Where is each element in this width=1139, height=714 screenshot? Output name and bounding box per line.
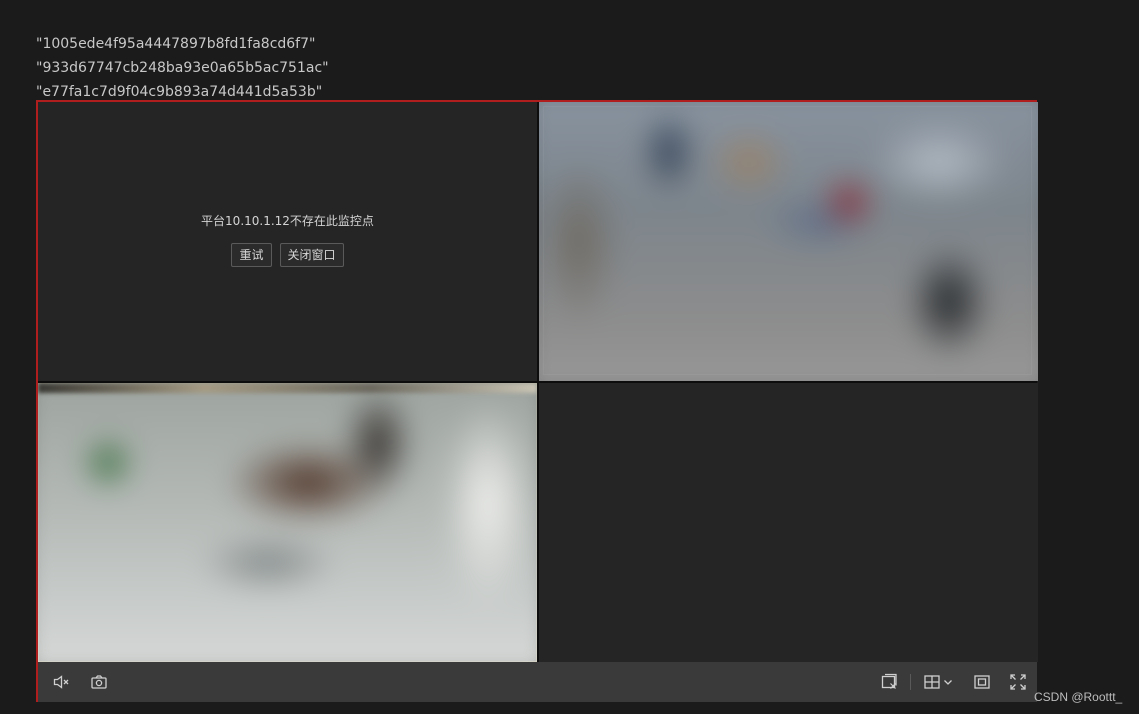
snapshot-icon[interactable] xyxy=(90,673,108,691)
close-window-button[interactable]: 关闭窗口 xyxy=(279,243,344,267)
video-window-4[interactable] xyxy=(539,383,1038,662)
chevron-down-icon xyxy=(943,673,953,691)
retry-button[interactable]: 重试 xyxy=(231,243,272,267)
toolbar-divider xyxy=(910,674,911,690)
layout-grid-icon xyxy=(923,673,941,691)
video-window-3[interactable] xyxy=(38,383,537,662)
id-line: "933d67747cb248ba93e0a65b5ac751ac" xyxy=(36,60,329,76)
video-grid: 平台10.10.1.12不存在此监控点 重试 关闭窗口 xyxy=(38,102,1038,662)
id-line: "1005ede4f95a4447897b8fd1fa8cd6f7" xyxy=(36,36,316,52)
mute-icon[interactable] xyxy=(52,673,70,691)
video-window-1[interactable]: 平台10.10.1.12不存在此监控点 重试 关闭窗口 xyxy=(38,102,537,381)
video-stream xyxy=(38,383,537,662)
id-list: "1005ede4f95a4447897b8fd1fa8cd6f7" "933d… xyxy=(36,32,329,104)
layout-select[interactable] xyxy=(923,673,953,691)
close-all-windows-icon[interactable] xyxy=(880,673,898,691)
fit-screen-icon[interactable] xyxy=(973,673,991,691)
video-window-2[interactable] xyxy=(539,102,1038,381)
player-toolbar xyxy=(38,662,1037,702)
video-stream xyxy=(539,102,1038,381)
error-panel: 平台10.10.1.12不存在此监控点 重试 关闭窗口 xyxy=(38,212,537,267)
video-player: 平台10.10.1.12不存在此监控点 重试 关闭窗口 xyxy=(36,100,1038,702)
fullscreen-icon[interactable] xyxy=(1009,673,1027,691)
error-message: 平台10.10.1.12不存在此监控点 xyxy=(201,214,374,228)
watermark: CSDN @Roottt_ xyxy=(1034,690,1123,704)
